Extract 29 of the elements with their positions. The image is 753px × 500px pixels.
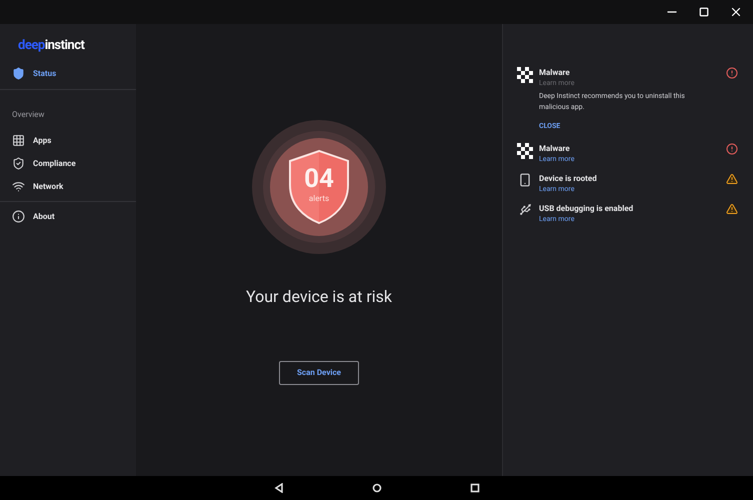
- sidebar-item[interactable]: About: [0, 205, 136, 228]
- sidebar-item[interactable]: Compliance: [0, 152, 136, 175]
- alert-title: USB debugging is enabled: [539, 202, 634, 214]
- info-icon: [12, 210, 25, 223]
- alert-title: Malware: [539, 142, 571, 154]
- alert-count: 04: [304, 165, 334, 193]
- alert-title: Malware: [539, 67, 571, 78]
- shield-check-icon: [12, 157, 25, 170]
- home-icon[interactable]: [372, 483, 382, 493]
- status-message: Your device is at risk: [246, 286, 392, 308]
- sidebar-item[interactable]: Status: [0, 62, 136, 85]
- maximize-icon[interactable]: [699, 7, 709, 17]
- alert-title: Device is rooted: [539, 172, 598, 184]
- shield-icon: [288, 149, 350, 225]
- usb-icon: [518, 202, 532, 216]
- section-header: Overview: [12, 110, 44, 119]
- scan-device-button[interactable]: Scan Device: [279, 361, 359, 385]
- grid-icon: [12, 134, 25, 147]
- sidebar-item[interactable]: Apps: [0, 129, 136, 152]
- alert-count-label: alerts: [308, 193, 330, 205]
- back-icon[interactable]: [274, 483, 284, 493]
- shield-icon: [12, 67, 25, 80]
- logo-text: deepinstinct: [18, 37, 84, 55]
- checkerboard-icon: [517, 67, 533, 83]
- phone-icon: [518, 172, 532, 186]
- checkerboard-icon: [517, 142, 533, 158]
- recents-icon[interactable]: [470, 483, 480, 493]
- close-icon[interactable]: [729, 5, 743, 19]
- sidebar-item[interactable]: Network: [0, 175, 136, 198]
